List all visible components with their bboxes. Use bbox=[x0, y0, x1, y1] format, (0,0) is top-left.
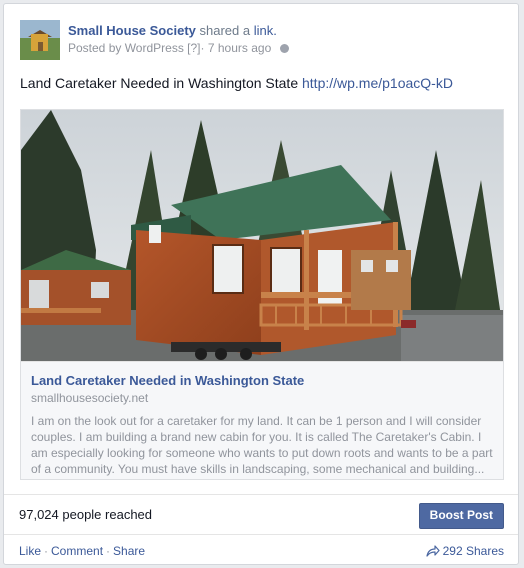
share-link[interactable]: Share bbox=[113, 544, 145, 558]
attachment-description: I am on the look out for a caretaker for… bbox=[31, 414, 493, 476]
post-card: Small House Society shared a link. Poste… bbox=[3, 3, 519, 565]
action-link[interactable]: link. bbox=[254, 23, 277, 38]
shares-count[interactable]: 292 Shares bbox=[443, 544, 504, 558]
post-header: Small House Society shared a link. Poste… bbox=[20, 20, 502, 64]
comment-link[interactable]: Comment bbox=[51, 544, 103, 558]
page-name-link[interactable]: Small House Society bbox=[68, 23, 196, 38]
posted-by: Posted by WordPress bbox=[68, 41, 184, 55]
avatar[interactable] bbox=[20, 20, 60, 60]
post-message: Land Caretaker Needed in Washington Stat… bbox=[20, 74, 453, 93]
attachment-title[interactable]: Land Caretaker Needed in Washington Stat… bbox=[31, 372, 493, 389]
action-bar: Like · Comment · Share 292 Shares bbox=[4, 534, 518, 564]
boost-post-button[interactable]: Boost Post bbox=[418, 503, 504, 529]
post-meta: Small House Society shared a link. Poste… bbox=[68, 22, 289, 56]
message-url[interactable]: http://wp.me/p1oacQ-kD bbox=[302, 75, 453, 91]
reach-count[interactable]: 97,024 people reached bbox=[19, 506, 152, 523]
link-attachment[interactable]: Land Caretaker Needed in Washington Stat… bbox=[20, 109, 504, 480]
shares-count-link[interactable]: 292 Shares bbox=[426, 543, 504, 559]
attachment-image[interactable] bbox=[21, 110, 503, 361]
separator: · bbox=[200, 41, 205, 55]
posted-by-tag[interactable]: [?] bbox=[187, 41, 200, 55]
attachment-text[interactable]: Land Caretaker Needed in Washington Stat… bbox=[21, 361, 503, 479]
globe-icon[interactable] bbox=[279, 44, 289, 53]
action-text: shared a bbox=[199, 23, 251, 38]
photo-cabins bbox=[21, 110, 503, 361]
attachment-domain: smallhousesociety.net bbox=[31, 391, 149, 405]
message-text: Land Caretaker Needed in Washington Stat… bbox=[20, 75, 299, 91]
timestamp[interactable]: 7 hours ago bbox=[208, 41, 271, 55]
like-link[interactable]: Like bbox=[19, 544, 41, 558]
separator: · bbox=[106, 544, 111, 558]
share-arrow-icon bbox=[426, 545, 440, 557]
reach-bar: 97,024 people reached Boost Post bbox=[4, 494, 518, 534]
separator: · bbox=[44, 544, 49, 558]
